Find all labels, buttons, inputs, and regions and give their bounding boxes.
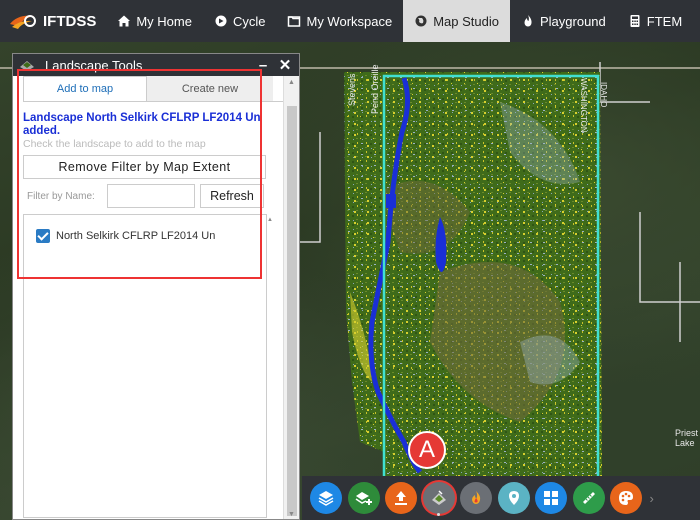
map-toolbar: › bbox=[302, 476, 700, 520]
layers-button[interactable] bbox=[310, 482, 342, 514]
fire-icon bbox=[472, 491, 481, 504]
add-layer-button[interactable] bbox=[347, 482, 380, 514]
upload-button[interactable] bbox=[385, 482, 417, 514]
cycle-icon bbox=[215, 15, 227, 27]
nav-label: Map Studio bbox=[433, 13, 499, 29]
style-button[interactable] bbox=[610, 482, 642, 514]
add-layer-icon bbox=[355, 492, 372, 505]
measure-button[interactable] bbox=[572, 482, 605, 514]
brand[interactable]: IFTDSS bbox=[0, 0, 106, 42]
nav-label: Cycle bbox=[232, 13, 266, 29]
fire-button[interactable] bbox=[460, 482, 492, 514]
calculator-icon bbox=[630, 15, 640, 27]
tab-add-to-map[interactable]: Add to map bbox=[23, 76, 147, 101]
map-label-idaho: IDAHO bbox=[599, 82, 608, 108]
callout-marker: A bbox=[408, 431, 446, 469]
marker-icon bbox=[508, 491, 519, 505]
folder-icon bbox=[288, 16, 301, 27]
panel-header[interactable]: Landscape Tools – ✕ bbox=[13, 54, 299, 76]
grid-icon bbox=[544, 491, 558, 505]
nav-label: My Home bbox=[136, 13, 192, 29]
grid-button[interactable] bbox=[535, 482, 567, 514]
remove-filter-button[interactable]: Remove Filter by Map Extent bbox=[23, 155, 266, 179]
panel-scrollbar[interactable]: ▲ ▼ bbox=[283, 76, 299, 519]
added-message: Landscape North Selkirk CFLRP LF2014 Un … bbox=[23, 112, 261, 137]
nav-label: My Workspace bbox=[306, 13, 393, 29]
ruler-icon bbox=[582, 492, 595, 504]
filter-row: Filter by Name: Refresh bbox=[27, 183, 299, 209]
nav-cycle[interactable]: Cycle bbox=[203, 0, 277, 42]
landscape-tools-button[interactable] bbox=[422, 482, 455, 514]
landscape-tools-panel: Landscape Tools – ✕ Add to map Create ne… bbox=[12, 53, 300, 520]
marker-button[interactable] bbox=[497, 482, 530, 514]
top-nav: IFTDSS My Home Cycle My Workspace Map St… bbox=[0, 0, 700, 42]
iftdss-logo-icon bbox=[8, 10, 38, 32]
filter-name-input[interactable] bbox=[107, 184, 195, 208]
palette-icon bbox=[619, 491, 633, 505]
home-icon bbox=[118, 15, 131, 27]
landscape-checkbox[interactable] bbox=[36, 229, 50, 243]
globe-icon bbox=[415, 15, 427, 27]
panel-title: Landscape Tools bbox=[45, 57, 143, 73]
landscape-list: North Selkirk CFLRP LF2014 Un ▲ bbox=[23, 214, 273, 518]
fire-icon bbox=[524, 15, 532, 27]
hint-text: Check the landscape to add to the map bbox=[23, 138, 206, 150]
tab-create-new[interactable]: Create new bbox=[147, 76, 273, 101]
minimize-icon[interactable]: – bbox=[255, 57, 271, 74]
layers-icon bbox=[318, 491, 334, 506]
nav-playground[interactable]: Playground bbox=[510, 0, 617, 42]
map-label-stevens: Stevens bbox=[347, 73, 357, 106]
map-label-pend-oreille: Pend Oreille bbox=[370, 64, 380, 114]
list-scroll-up-icon[interactable]: ▲ bbox=[267, 217, 273, 223]
close-icon[interactable]: ✕ bbox=[277, 56, 293, 74]
nav-ftem[interactable]: FTEM bbox=[617, 0, 693, 42]
refresh-button[interactable]: Refresh bbox=[200, 184, 264, 208]
toolbar-more-icon[interactable]: › bbox=[650, 491, 654, 506]
nav-my-workspace[interactable]: My Workspace bbox=[276, 0, 403, 42]
nav-label: FTEM bbox=[646, 13, 683, 29]
scroll-thumb[interactable] bbox=[287, 106, 297, 516]
filter-label: Filter by Name: bbox=[27, 190, 95, 202]
landscape-tools-icon bbox=[431, 490, 446, 505]
panel-tabs: Add to map Create new bbox=[23, 76, 289, 102]
toolbar-indicator bbox=[437, 513, 440, 516]
list-item[interactable]: North Selkirk CFLRP LF2014 Un bbox=[36, 229, 266, 243]
nav-my-home[interactable]: My Home bbox=[106, 0, 203, 42]
map-label-washington: WASHINGTON bbox=[579, 78, 588, 133]
landscape-name: North Selkirk CFLRP LF2014 Un bbox=[56, 230, 216, 242]
scroll-up-icon[interactable]: ▲ bbox=[288, 79, 295, 86]
upload-icon bbox=[395, 491, 407, 505]
landscape-icon bbox=[20, 61, 34, 71]
brand-name: IFTDSS bbox=[43, 12, 97, 30]
nav-map-studio[interactable]: Map Studio bbox=[403, 0, 510, 42]
nav-label: Playground bbox=[539, 13, 606, 29]
map-label-priest-lake: Priest Lake bbox=[675, 428, 699, 448]
scroll-down-icon[interactable]: ▼ bbox=[288, 511, 295, 518]
